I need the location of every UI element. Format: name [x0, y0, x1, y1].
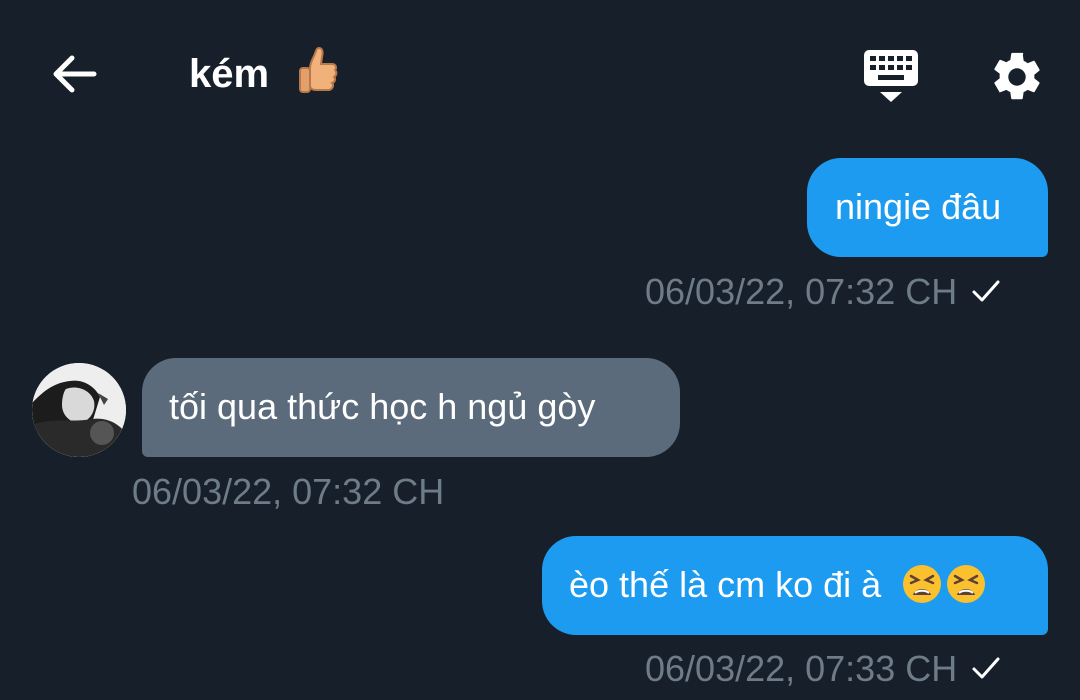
sent-check-icon [972, 280, 1000, 302]
message-timestamp: 06/03/22, 07:33 CH [645, 648, 958, 689]
avatar-image [32, 363, 126, 457]
sent-check-icon [972, 657, 1000, 679]
tired-face-emoji [947, 565, 986, 604]
message-meta: 06/03/22, 07:32 CH [645, 270, 1001, 314]
message-meta: 06/03/22, 07:32 CH [132, 470, 444, 514]
keyboard-icon [864, 50, 918, 102]
message-bubble-incoming[interactable]: tối qua thức học h ngủ gòy [142, 358, 680, 457]
settings-button[interactable] [988, 48, 1046, 106]
message-text: tối qua thức học h ngủ gòy [169, 386, 596, 427]
message-text: èo thế là cm ko đi à [569, 564, 882, 605]
arrow-left-icon [53, 55, 97, 93]
message-meta: 06/03/22, 07:33 CH [645, 647, 1001, 691]
gear-icon [994, 52, 1040, 100]
tired-face-emoji [903, 565, 942, 604]
conversation-title[interactable]: kém [189, 48, 269, 100]
thumbs-up-icon [299, 46, 338, 93]
message-timestamp: 06/03/22, 07:32 CH [645, 271, 958, 312]
chat-screen: kém ningie đâu 06/03/22, 07:32 CH tối qu… [0, 0, 1080, 700]
keyboard-button[interactable] [858, 44, 924, 106]
message-bubble-outgoing[interactable]: ningie đâu [807, 158, 1048, 257]
back-button[interactable] [44, 44, 104, 104]
avatar[interactable] [32, 363, 126, 457]
chat-header: kém [0, 0, 1080, 145]
message-bubble-outgoing[interactable]: èo thế là cm ko đi à [542, 536, 1048, 635]
message-text: ningie đâu [835, 186, 1002, 227]
message-timestamp: 06/03/22, 07:32 CH [132, 471, 445, 512]
